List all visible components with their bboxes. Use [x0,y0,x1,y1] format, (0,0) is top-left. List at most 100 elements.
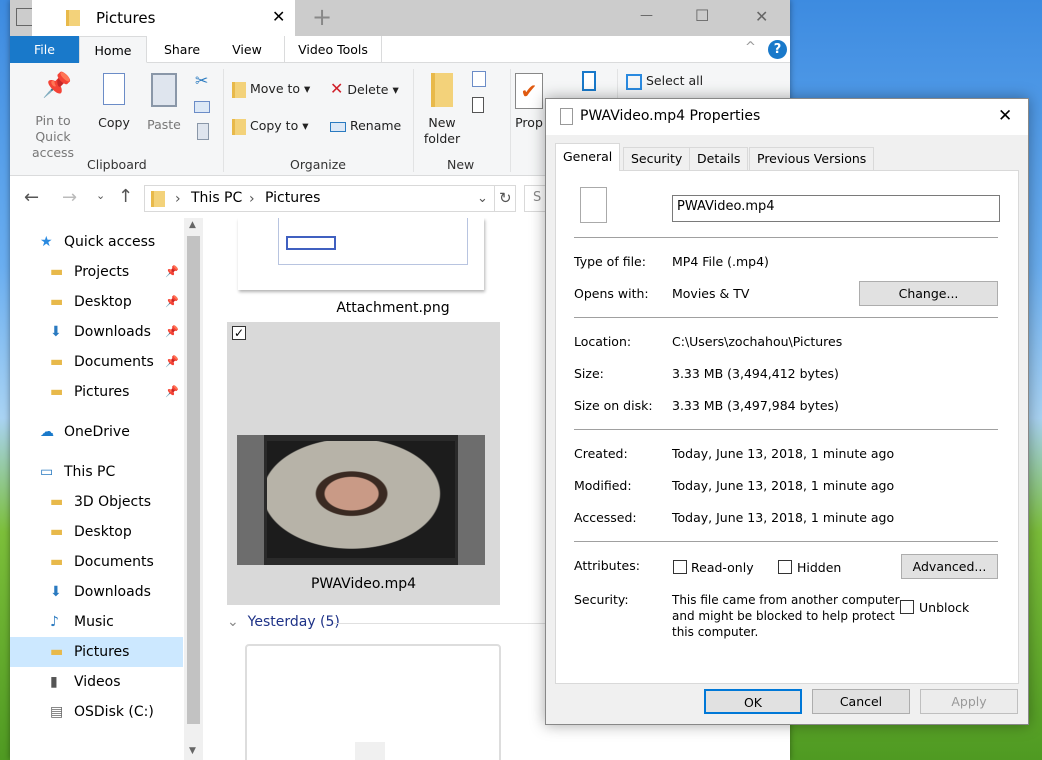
close-button[interactable]: ✕ [755,7,768,26]
security-message: This file came from another computer and… [672,592,900,640]
filename-input[interactable]: PWAVideo.mp4 [672,195,1000,222]
group-header-yesterday[interactable]: ⌄ Yesterday (5) [227,614,340,630]
window-tab[interactable]: Pictures ✕ [32,0,295,36]
nav-item-label: This PC [64,464,116,480]
accessed-label: Accessed: [574,510,637,525]
tab-share[interactable]: Share [147,36,217,63]
video-thumbnail [237,435,485,565]
paste-shortcut-icon[interactable] [197,123,209,140]
advanced-button[interactable]: Advanced... [901,554,998,579]
star-icon: ★ [40,234,53,250]
file-thumbnail[interactable] [245,644,501,760]
copy-to-button[interactable]: Copy to ▾ [232,118,308,135]
properties-button[interactable]: ✔ Prop [515,73,543,131]
hidden-label: Hidden [797,560,842,575]
nav-item[interactable]: ▤ OSDisk (C:) [10,697,183,727]
new-item-icon[interactable] [472,71,486,87]
select-all-icon [626,73,642,90]
unblock-checkbox[interactable] [900,600,914,614]
nav-item-label: OneDrive [64,424,130,440]
nav-item[interactable]: ⬇ Downloads [10,577,183,607]
tab-close-button[interactable]: ✕ [272,7,285,26]
help-button[interactable]: ? [768,40,787,59]
apply-button[interactable]: Apply [920,689,1018,714]
delete-button[interactable]: ✕ Delete ▾ [330,81,399,98]
back-button[interactable]: ← [24,187,39,208]
file-type-icon [580,187,607,223]
nav-item-label: Desktop [74,524,132,540]
general-panel: PWAVideo.mp4 Type of file: MP4 File (.mp… [555,170,1019,684]
nav-item[interactable]: ▬ Documents 📌 [10,347,183,377]
tab-home[interactable]: Home [79,36,147,63]
nav-item[interactable]: ▮ Videos [10,667,183,697]
tab-general[interactable]: General [555,143,621,171]
dialog-title: PWAVideo.mp4 Properties [580,108,761,124]
nav-item[interactable]: ▭ This PC [10,457,183,487]
nav-scrollbar-thumb[interactable] [187,236,200,724]
rename-button[interactable]: Rename [330,118,401,134]
nav-item[interactable]: ▬ Desktop [10,517,183,547]
minimize-button[interactable]: — [640,8,653,23]
nav-item[interactable]: ★ Quick access [10,227,183,257]
easy-access-icon[interactable] [472,97,484,113]
address-dropdown-icon[interactable]: ⌄ [477,191,488,206]
nav-item[interactable]: ▬ 3D Objects [10,487,183,517]
nav-item[interactable]: ☁ OneDrive [10,417,183,447]
move-to-button[interactable]: Move to ▾ [232,81,310,98]
address-bar[interactable]: › This PC › Pictures ⌄ ↻ [144,185,516,212]
nav-item[interactable]: ⬇ Downloads 📌 [10,317,183,347]
nav-item[interactable]: ▬ Documents [10,547,183,577]
readonly-checkbox[interactable] [673,560,687,574]
cancel-button[interactable]: Cancel [812,689,910,714]
tab-security[interactable]: Security [623,147,691,171]
tab-video-tools[interactable]: Video Tools [284,36,382,63]
pin-to-quick-access-button[interactable]: 📌 Pin to Quick access [16,73,90,161]
open-icon[interactable] [582,71,596,91]
tab-previous-versions[interactable]: Previous Versions [749,147,875,171]
selection-checkbox[interactable]: ✓ [232,326,246,340]
breadcrumb-this-pc[interactable]: This PC [191,190,242,206]
cut-icon[interactable]: ✂ [195,71,208,90]
rename-icon [330,121,346,132]
tab-file[interactable]: File [10,36,79,63]
nav-item[interactable]: ▬ Desktop 📌 [10,287,183,317]
new-folder-button[interactable]: New folder [420,73,464,147]
security-line-2: and might be blocked to help protect [672,609,895,623]
paste-button[interactable]: Paste [144,73,184,133]
nav-item-label: Documents [74,554,154,570]
move-to-label: Move to [249,81,301,96]
tab-title: Pictures [96,9,156,27]
refresh-icon[interactable]: ↻ [494,186,512,211]
change-button[interactable]: Change... [859,281,998,306]
hidden-checkbox[interactable] [778,560,792,574]
nav-scrollbar[interactable]: ▲ ▼ [184,218,203,760]
pc-icon: ▭ [40,464,54,480]
accessed-value: Today, June 13, 2018, 1 minute ago [672,510,895,525]
nav-item[interactable]: ▬ Pictures [10,637,183,667]
new-tab-button[interactable]: + [312,3,332,31]
forward-button[interactable]: → [62,187,77,208]
copy-button[interactable]: Copy [94,73,134,131]
nav-item[interactable]: ▬ Projects 📌 [10,257,183,287]
maximize-button[interactable]: ☐ [695,6,709,25]
attachment-thumbnail[interactable] [238,218,484,290]
nav-item[interactable]: ♪ Music [10,607,183,637]
folder-icon: ▬ [50,264,64,280]
file-name-attachment[interactable]: Attachment.png [203,300,583,316]
delete-label: Delete [347,82,389,97]
collapse-ribbon-button[interactable]: ^ [745,40,756,55]
nav-item[interactable]: ▬ Pictures 📌 [10,377,183,407]
modified-label: Modified: [574,478,632,493]
copy-path-icon[interactable] [194,101,210,113]
rename-label: Rename [349,118,402,133]
folder-icon: ▬ [50,494,64,510]
video-file-item[interactable]: ✓ PWAVideo.mp4 [227,322,500,605]
tab-details[interactable]: Details [689,147,749,171]
up-button[interactable]: ↑ [118,186,133,207]
ok-button[interactable]: OK [704,689,802,714]
select-all-button[interactable]: Select all [626,73,703,90]
tab-view[interactable]: View [217,36,277,63]
recent-locations-button[interactable]: ⌄ [96,189,105,202]
dialog-close-button[interactable]: ✕ [998,106,1012,126]
breadcrumb-pictures[interactable]: Pictures [265,190,320,206]
